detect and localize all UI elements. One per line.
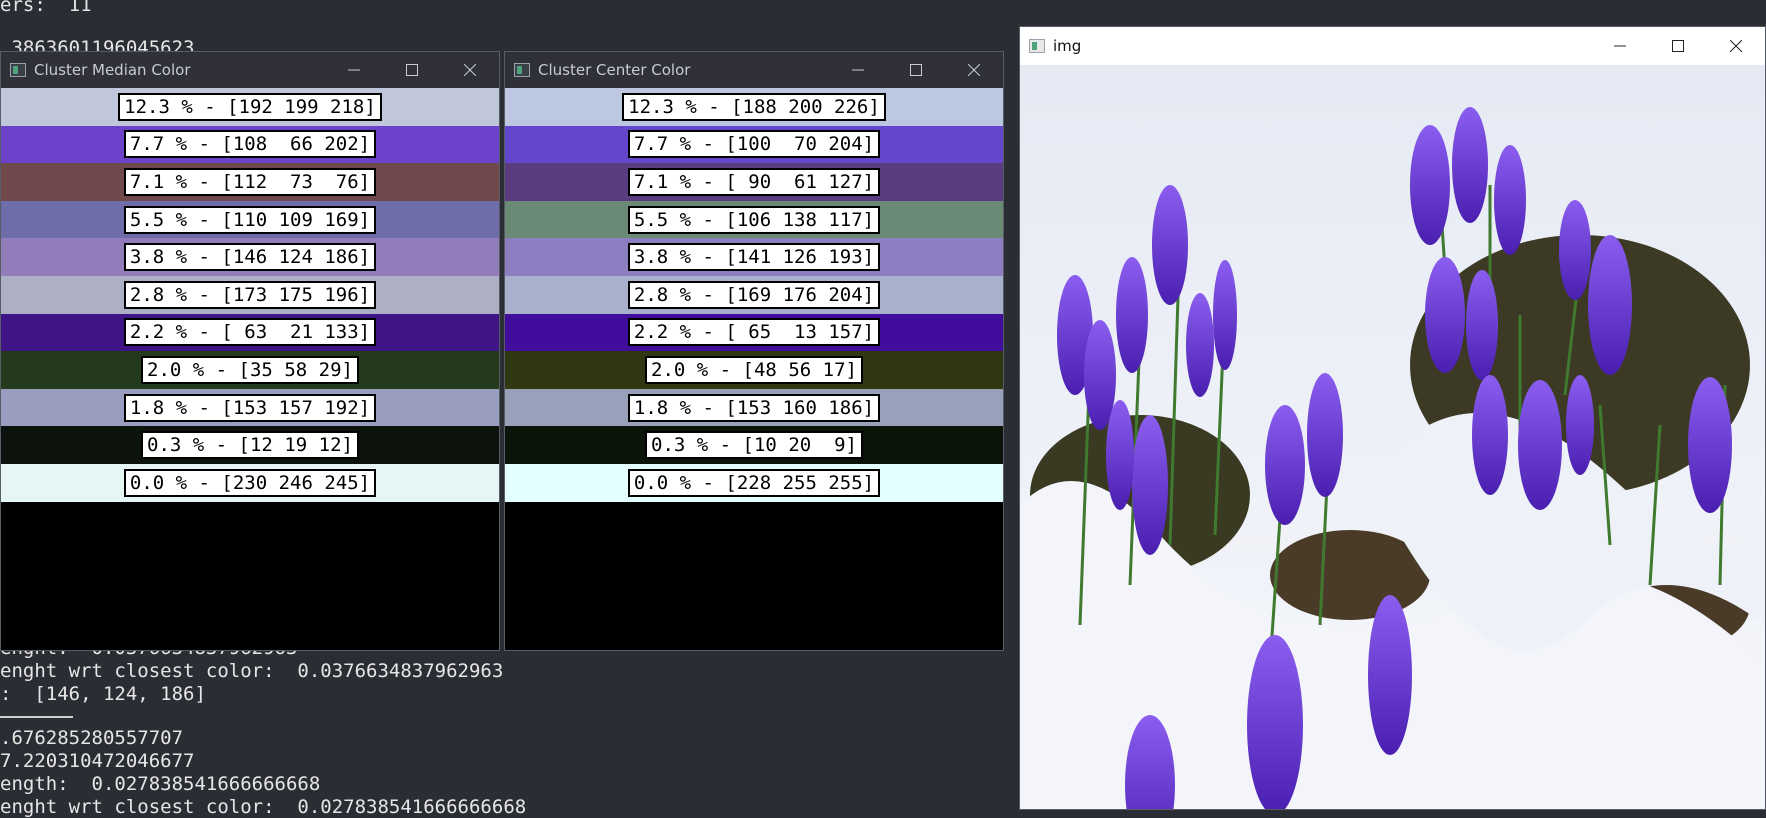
close-button[interactable] [441, 52, 499, 88]
maximize-button[interactable] [383, 52, 441, 88]
color-band: 2.0 % - [35 58 29] [1, 351, 499, 389]
minimize-button[interactable] [829, 52, 887, 88]
window-app-icon [10, 63, 26, 77]
median-color-window[interactable]: Cluster Median Color 12.3 % - [192 199 2… [0, 51, 500, 651]
maximize-icon [1672, 40, 1684, 52]
window-title: Cluster Center Color [538, 61, 691, 79]
color-band: 12.3 % - [192 199 218] [1, 88, 499, 126]
minimize-button[interactable] [1591, 28, 1649, 64]
title-bar[interactable]: Cluster Center Color [505, 52, 1003, 88]
color-band: 7.1 % - [ 90 61 127] [505, 163, 1003, 201]
color-band: 1.8 % - [153 160 186] [505, 388, 1003, 427]
terminal-separator [0, 716, 73, 718]
minimize-icon [348, 69, 360, 71]
color-band: 2.0 % - [48 56 17] [505, 351, 1003, 389]
color-band-label: 2.0 % - [48 56 17] [645, 355, 863, 384]
color-band: 7.7 % - [108 66 202] [1, 125, 499, 164]
color-band-label: 2.8 % - [173 175 196] [123, 280, 377, 309]
terminal-line: ength: 0.027838541666666668 [0, 773, 321, 795]
color-band-label: 7.7 % - [108 66 202] [123, 130, 377, 159]
color-band: 2.8 % - [173 175 196] [1, 276, 499, 314]
terminal-line: ers: 11 [0, 0, 92, 16]
terminal-line: .676285280557707 [0, 727, 184, 749]
window-title: Cluster Median Color [34, 61, 191, 79]
color-band: 7.1 % - [112 73 76] [1, 163, 499, 201]
terminal-line: : [146, 124, 186] [0, 683, 206, 705]
maximize-icon [406, 64, 418, 76]
median-color-bands: 12.3 % - [192 199 218] 7.7 % - [108 66 20… [1, 88, 499, 650]
color-band-label: 7.1 % - [ 90 61 127] [627, 167, 881, 196]
color-band: 3.8 % - [146 124 186] [1, 238, 499, 276]
image-canvas [1020, 65, 1765, 809]
color-band: 0.3 % - [10 20 9] [505, 426, 1003, 464]
window-app-icon [514, 63, 530, 77]
window-title: img [1053, 37, 1082, 55]
color-band-label: 2.8 % - [169 176 204] [627, 280, 881, 309]
img-window[interactable]: img [1019, 26, 1766, 810]
color-band: 0.0 % - [230 246 245] [1, 464, 499, 502]
color-band: 5.5 % - [110 109 169] [1, 200, 499, 239]
color-band: 0.3 % - [12 19 12] [1, 426, 499, 464]
color-band-label: 12.3 % - [188 200 226] [622, 92, 886, 121]
close-button[interactable] [945, 52, 1003, 88]
color-band-label: 3.8 % - [146 124 186] [123, 243, 377, 272]
color-band: 12.3 % - [188 200 226] [505, 88, 1003, 126]
window-app-icon [1029, 39, 1045, 53]
color-band-label: 2.2 % - [ 63 21 133] [123, 318, 377, 347]
title-bar[interactable]: img [1020, 27, 1765, 65]
color-band-label: 12.3 % - [192 199 218] [118, 92, 382, 121]
color-band: 7.7 % - [100 70 204] [505, 125, 1003, 164]
close-icon [968, 64, 980, 76]
terminal-line: enght wrt closest color: 0.0376634837962… [0, 660, 504, 682]
maximize-button[interactable] [887, 52, 945, 88]
close-button[interactable] [1707, 28, 1765, 64]
color-band: 0.0 % - [228 255 255] [505, 464, 1003, 502]
color-band: 3.8 % - [141 126 193] [505, 238, 1003, 276]
color-band-label: 3.8 % - [141 126 193] [627, 243, 881, 272]
color-band-label: 5.5 % - [110 109 169] [123, 205, 377, 234]
color-band-label: 2.0 % - [35 58 29] [141, 355, 359, 384]
maximize-icon [910, 64, 922, 76]
crocus-photo [1020, 65, 1765, 809]
color-band-label: 0.3 % - [12 19 12] [141, 431, 359, 460]
color-band-label: 5.5 % - [106 138 117] [627, 205, 881, 234]
center-color-bands: 12.3 % - [188 200 226] 7.7 % - [100 70 20… [505, 88, 1003, 650]
color-band: 2.8 % - [169 176 204] [505, 276, 1003, 314]
color-band: 1.8 % - [153 157 192] [1, 388, 499, 427]
close-icon [1730, 40, 1742, 52]
terminal-line: 7.220310472046677 [0, 750, 195, 772]
color-band: 5.5 % - [106 138 117] [505, 200, 1003, 239]
color-band: 2.2 % - [ 63 21 133] [1, 313, 499, 352]
terminal-line: enght wrt closest color: 0.0278385416666… [0, 796, 527, 818]
title-bar[interactable]: Cluster Median Color [1, 52, 499, 88]
color-band-label: 0.3 % - [10 20 9] [645, 431, 863, 460]
color-band-label: 7.1 % - [112 73 76] [123, 167, 377, 196]
minimize-icon [852, 69, 864, 71]
color-band-label: 0.0 % - [228 255 255] [627, 468, 881, 497]
color-band: 2.2 % - [ 65 13 157] [505, 313, 1003, 352]
color-band-label: 7.7 % - [100 70 204] [627, 130, 881, 159]
center-color-window[interactable]: Cluster Center Color 12.3 % - [188 200 2… [504, 51, 1004, 651]
color-band-label: 0.0 % - [230 246 245] [123, 468, 377, 497]
minimize-icon [1614, 45, 1626, 47]
maximize-button[interactable] [1649, 28, 1707, 64]
minimize-button[interactable] [325, 52, 383, 88]
color-band-label: 1.8 % - [153 160 186] [627, 393, 881, 422]
color-band-label: 2.2 % - [ 65 13 157] [627, 318, 881, 347]
close-icon [464, 64, 476, 76]
color-band-label: 1.8 % - [153 157 192] [123, 393, 377, 422]
